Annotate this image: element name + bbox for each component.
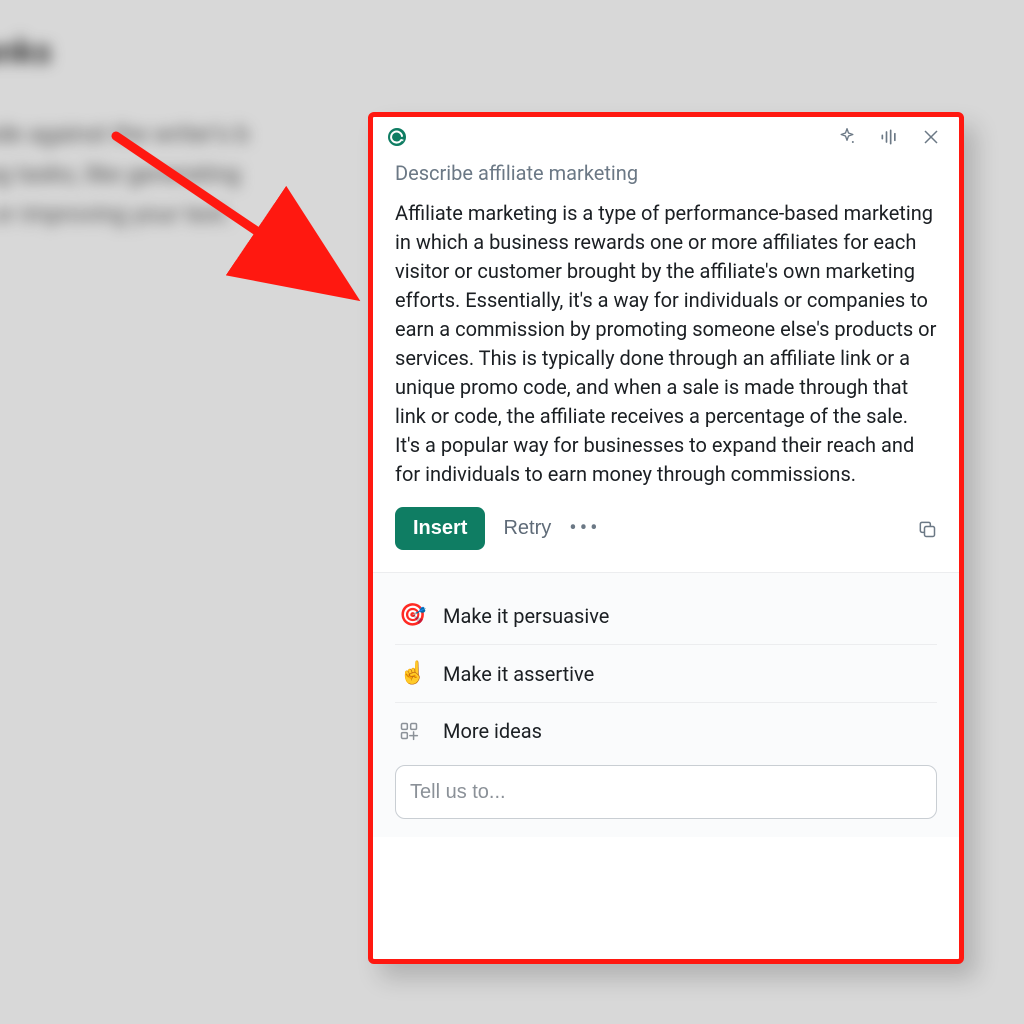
pointing-emoji-icon: ☝️ [399,661,425,686]
insert-button[interactable]: Insert [395,507,485,550]
bg-title: lanks [0,32,390,72]
panel-header [373,117,959,155]
target-emoji-icon: 🎯 [399,603,425,628]
suggestion-label: Make it assertive [443,662,594,686]
suggestion-label: More ideas [443,719,542,743]
more-actions-icon[interactable]: ••• [569,516,600,541]
suggestions-section: 🎯 Make it persuasive ☝️ Make it assertiv… [373,572,959,837]
suggestion-more-ideas[interactable]: More ideas [395,703,937,759]
grammarly-logo-icon [387,127,407,147]
retry-button[interactable]: Retry [503,517,551,540]
prompt-label: Describe affiliate marketing [395,161,937,185]
grammarly-assistant-panel: Describe affiliate marketing Affiliate m… [368,112,964,964]
suggestion-make-assertive[interactable]: ☝️ Make it assertive [395,645,937,703]
close-icon[interactable] [921,127,941,147]
panel-body: Describe affiliate marketing Affiliate m… [373,155,959,572]
sparkle-icon[interactable] [837,127,857,147]
bg-line-2: ting tasks, like generating [0,154,390,194]
prompt-input[interactable] [395,765,937,819]
bg-line-1: code against the writer's b [0,114,390,154]
suggestion-label: Make it persuasive [443,604,609,628]
bg-paragraph: code against the writer's b ting tasks, … [0,114,390,234]
more-ideas-icon [399,721,425,741]
voice-waveform-icon[interactable] [879,127,899,147]
bg-line-3: s, or improving your text. [0,194,390,234]
suggestion-make-persuasive[interactable]: 🎯 Make it persuasive [395,587,937,645]
copy-icon[interactable] [917,519,937,539]
generated-text: Affiliate marketing is a type of perform… [395,199,937,489]
background-document: lanks code against the writer's b ting t… [0,32,390,234]
action-row: Insert Retry ••• [395,507,937,550]
